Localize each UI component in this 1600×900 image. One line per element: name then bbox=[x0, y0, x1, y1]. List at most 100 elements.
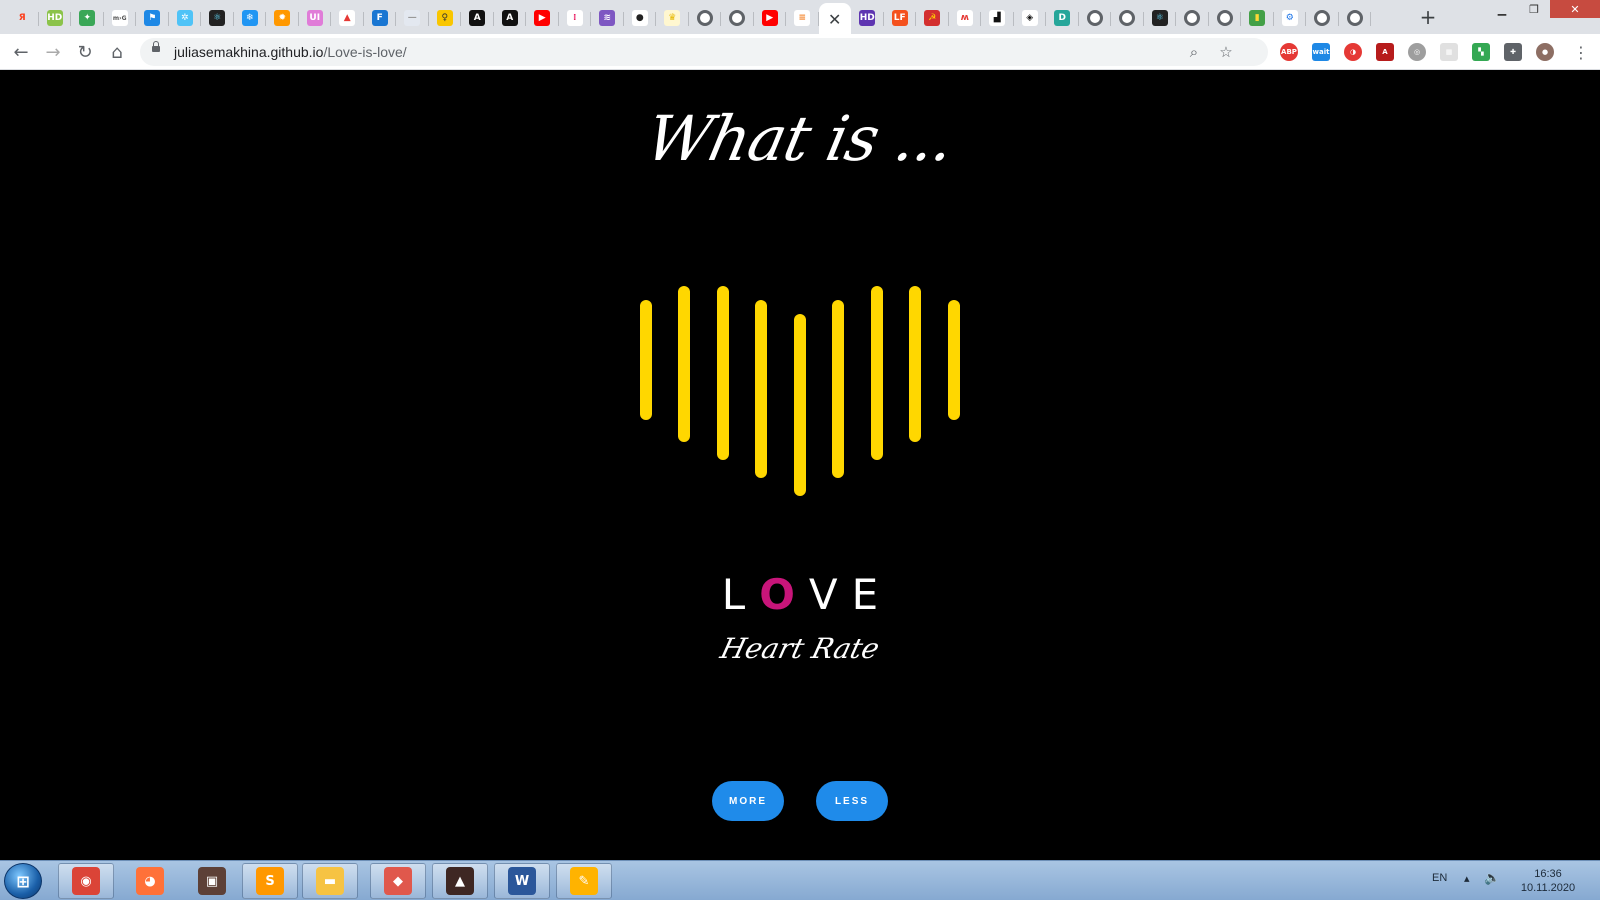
pdf-icon[interactable]: A bbox=[1376, 43, 1394, 61]
taskbar-app[interactable]: S bbox=[242, 863, 298, 899]
browser-tab[interactable]: m›G bbox=[104, 3, 137, 33]
browser-tab[interactable]: ◈ bbox=[1014, 3, 1047, 33]
google-icon[interactable]: ▚ bbox=[1472, 43, 1490, 61]
browser-tab[interactable] bbox=[1111, 3, 1144, 33]
browser-tab[interactable]: ▮ bbox=[1241, 3, 1274, 33]
folder-icon: ▬ bbox=[316, 867, 344, 895]
browser-tab[interactable]: A bbox=[494, 3, 527, 33]
less-button[interactable]: LESS bbox=[816, 781, 888, 821]
profile-avatar-icon[interactable]: ● bbox=[1536, 43, 1554, 61]
browser-toolbar: ← → ↻ ⌂ juliasemakhina.github.io/Love-is… bbox=[0, 34, 1600, 70]
browser-tab[interactable]: D bbox=[1046, 3, 1079, 33]
firefox-icon: ◕ bbox=[136, 867, 164, 895]
bulb-icon: ♀ bbox=[436, 10, 453, 26]
tab-strip: Я HD ✦ m›G ⚑ ✲ ⚛ ❄ ✹ UI ▲ F — ♀ A A ▶ ⁞ ≋ ● ♛ ▶ ≡ ✕ HD LF ☭ ʍ ▟ ◈ D ⚛ ▮ ⚙… bbox=[0, 0, 1600, 35]
browser-tab[interactable]: ⁞ bbox=[559, 3, 592, 33]
browser-tab[interactable]: ⚛ bbox=[201, 3, 234, 33]
d-icon: D bbox=[1054, 10, 1071, 26]
browser-tab[interactable] bbox=[721, 3, 754, 33]
paint-icon: ✎ bbox=[570, 867, 598, 895]
zoom-icon[interactable]: ⌕ bbox=[1184, 42, 1204, 62]
reload-icon[interactable]: ↻ bbox=[72, 39, 98, 65]
browser-tab[interactable]: F bbox=[364, 3, 397, 33]
love-heading: LOVE bbox=[0, 570, 1600, 619]
tray-arrow-icon[interactable]: ▴ bbox=[1464, 872, 1470, 885]
browser-tab[interactable]: ♀ bbox=[429, 3, 462, 33]
back-arrow-icon[interactable]: ← bbox=[8, 39, 34, 65]
browser-tab[interactable]: ⚑ bbox=[136, 3, 169, 33]
adblock-icon[interactable]: ABP bbox=[1280, 43, 1298, 61]
taskbar-app[interactable]: ▲ bbox=[432, 863, 488, 899]
browser-tab[interactable] bbox=[1306, 3, 1339, 33]
browser-tab[interactable]: ⚛ bbox=[1144, 3, 1177, 33]
forward-arrow-icon[interactable]: → bbox=[40, 39, 66, 65]
red-swirl-icon[interactable]: ◑ bbox=[1344, 43, 1362, 61]
new-tab-button[interactable]: + bbox=[1416, 5, 1440, 29]
hd-purple-icon: HD bbox=[859, 10, 876, 26]
taskbar-app[interactable]: ◉ bbox=[58, 863, 114, 899]
browser-tab[interactable]: ✕ bbox=[818, 3, 851, 35]
taskbar-app[interactable]: ▣ bbox=[184, 863, 240, 899]
grid-icon[interactable]: ▦ bbox=[1440, 43, 1458, 61]
browser-tab[interactable]: ▶ bbox=[754, 3, 787, 33]
browser-tab[interactable]: ✲ bbox=[169, 3, 202, 33]
minimize-button[interactable]: ▁ bbox=[1486, 0, 1518, 18]
clock[interactable]: 16:36 10.11.2020 bbox=[1508, 867, 1588, 895]
more-button[interactable]: MORE bbox=[712, 781, 784, 821]
browser-tab[interactable]: UI bbox=[299, 3, 332, 33]
browser-tab[interactable]: Я bbox=[6, 3, 39, 33]
git-icon: ◆ bbox=[384, 867, 412, 895]
browser-tab[interactable]: — bbox=[396, 3, 429, 33]
youtube-icon: ▶ bbox=[534, 10, 551, 26]
wait-icon[interactable]: wait bbox=[1312, 43, 1330, 61]
angular-black-icon: A bbox=[469, 10, 486, 26]
browser-tab[interactable]: ❄ bbox=[234, 3, 267, 33]
browser-tab[interactable]: ▶ bbox=[526, 3, 559, 33]
flag-icon: ⚑ bbox=[144, 10, 161, 26]
browser-tab[interactable]: ♛ bbox=[656, 3, 689, 33]
language-indicator[interactable]: EN bbox=[1432, 872, 1447, 884]
maximize-button[interactable]: ❐ bbox=[1518, 0, 1550, 18]
taskbar-app[interactable]: ◆ bbox=[370, 863, 426, 899]
browser-tab[interactable]: A bbox=[461, 3, 494, 33]
browser-tab[interactable]: ✹ bbox=[266, 3, 299, 33]
volume-icon[interactable]: 🔈 bbox=[1484, 870, 1500, 886]
taskbar-app[interactable]: ✎ bbox=[556, 863, 612, 899]
love-letters-ve: VE bbox=[808, 570, 893, 619]
heart-bars bbox=[640, 286, 960, 496]
browser-tab[interactable] bbox=[1339, 3, 1372, 33]
browser-tab[interactable]: LF bbox=[884, 3, 917, 33]
browser-tab[interactable]: ☭ bbox=[916, 3, 949, 33]
browser-tab[interactable] bbox=[689, 3, 722, 33]
window-controls: ▁ ❐ ✕ bbox=[1486, 0, 1600, 18]
extensions-puzzle-icon[interactable]: ✚ bbox=[1504, 43, 1522, 61]
browser-tab[interactable]: HD bbox=[39, 3, 72, 33]
close-window-button[interactable]: ✕ bbox=[1550, 0, 1600, 18]
browser-tab[interactable]: ≋ bbox=[591, 3, 624, 33]
browser-tab[interactable]: ✦ bbox=[71, 3, 104, 33]
browser-tab[interactable]: ≡ bbox=[786, 3, 819, 33]
angular-black-icon: A bbox=[501, 10, 518, 26]
browser-tab[interactable] bbox=[1176, 3, 1209, 33]
browser-tab[interactable]: ▲ bbox=[331, 3, 364, 33]
menu-dots-icon[interactable]: ⋮ bbox=[1568, 39, 1594, 65]
address-bar[interactable]: juliasemakhina.github.io/Love-is-love/ ⌕… bbox=[140, 38, 1268, 66]
bookmark-star-icon[interactable]: ☆ bbox=[1216, 42, 1236, 62]
browser-tab[interactable] bbox=[1079, 3, 1112, 33]
taskbar-app[interactable]: ▬ bbox=[302, 863, 358, 899]
start-button[interactable]: ⊞ bbox=[4, 863, 42, 899]
globe-icon bbox=[1184, 10, 1201, 26]
taskbar-app[interactable]: ◕ bbox=[122, 863, 178, 899]
browser-tab[interactable]: HD bbox=[851, 3, 884, 33]
browser-tab[interactable] bbox=[1209, 3, 1242, 33]
url-text[interactable]: juliasemakhina.github.io/Love-is-love/ bbox=[174, 44, 407, 60]
browser-tab[interactable]: ʍ bbox=[949, 3, 982, 33]
browser-tab[interactable]: ⚙ bbox=[1274, 3, 1307, 33]
taskbar-app[interactable]: W bbox=[494, 863, 550, 899]
home-icon[interactable]: ⌂ bbox=[104, 39, 130, 65]
browser-tab[interactable]: ● bbox=[624, 3, 657, 33]
globe-grey-icon[interactable]: ◎ bbox=[1408, 43, 1426, 61]
close-tab-icon[interactable]: ✕ bbox=[828, 10, 841, 29]
bars-color-icon: ▮ bbox=[1249, 10, 1266, 26]
browser-tab[interactable]: ▟ bbox=[981, 3, 1014, 33]
